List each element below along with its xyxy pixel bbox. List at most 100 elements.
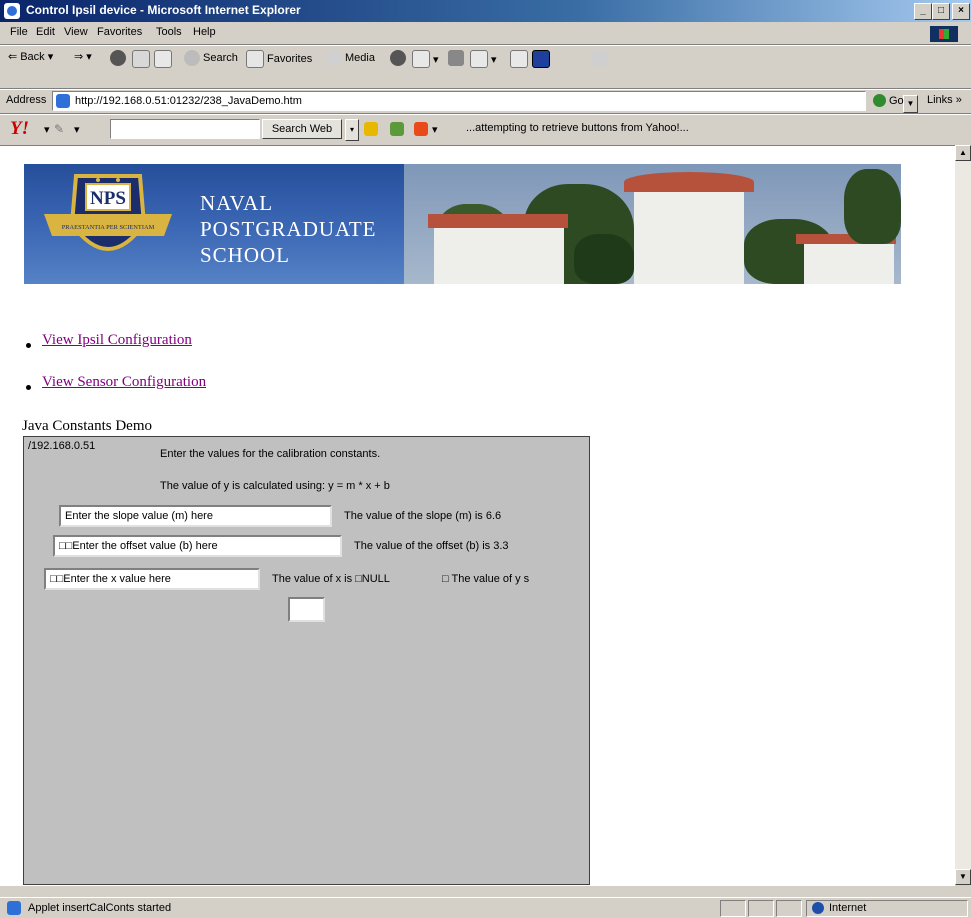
internet-globe-icon bbox=[812, 902, 824, 914]
window-title: Control Ipsil device - Microsoft Interne… bbox=[26, 3, 301, 17]
search-button[interactable]: Search bbox=[184, 50, 238, 66]
print-button[interactable] bbox=[448, 50, 464, 66]
offset-value-label: The value of the offset (b) is 3.3 bbox=[354, 540, 509, 552]
school-name-line2: POSTGRADUATE bbox=[200, 217, 377, 241]
highlight-icon[interactable] bbox=[364, 122, 378, 136]
yahoo-search-input[interactable] bbox=[110, 119, 260, 139]
java-applet: /192.168.0.51 Enter the values for the c… bbox=[23, 436, 590, 885]
x-value-label: The value of x is □NULL bbox=[272, 573, 390, 585]
windows-logo-icon bbox=[930, 26, 958, 42]
bullet bbox=[26, 385, 31, 390]
applet-icon bbox=[7, 901, 21, 915]
menu-bar: File Edit View Favorites Tools Help bbox=[0, 22, 971, 44]
scroll-up-button[interactable]: ▲ bbox=[955, 145, 971, 161]
research-button[interactable] bbox=[592, 50, 608, 66]
chevron-down-icon: ▾ bbox=[47, 51, 54, 63]
school-name-line1: NAVAL bbox=[200, 191, 274, 215]
menu-tools[interactable]: Tools bbox=[156, 26, 182, 38]
favorites-button[interactable]: Favorites bbox=[246, 50, 312, 68]
back-button[interactable]: ⇐ Back ▾ bbox=[8, 50, 54, 64]
media-button[interactable]: Media bbox=[326, 50, 375, 66]
yahoo-logo[interactable]: Y! bbox=[10, 118, 29, 140]
media-icon bbox=[326, 50, 342, 66]
maximize-button[interactable]: □ bbox=[932, 3, 950, 20]
view-ipsil-configuration-link[interactable]: View Ipsil Configuration bbox=[42, 332, 192, 349]
home-button[interactable] bbox=[154, 50, 172, 68]
pencil-icon[interactable]: ✎ bbox=[54, 122, 68, 136]
edit-icon bbox=[470, 50, 488, 68]
yahoo-toolbar: Y! ▾ ✎ ▾ Search Web ▾ ▾ ...attempting to… bbox=[0, 114, 971, 144]
applet-formula: The value of y is calculated using: y = … bbox=[160, 480, 390, 492]
menu-file[interactable]: File bbox=[10, 26, 28, 38]
zone-text: Internet bbox=[829, 902, 867, 914]
page-icon bbox=[56, 94, 70, 108]
status-panel bbox=[748, 900, 774, 917]
toolbar: ⇐ Back ▾ ⇒ ▾ Search Favorites Media ▾ ▾ bbox=[0, 45, 971, 89]
search-dropdown-button[interactable]: ▾ bbox=[345, 119, 359, 141]
nps-banner: NPS PRAESTANTIA PER SCIENTIAM NAVAL POST… bbox=[24, 164, 901, 284]
plus-icon[interactable] bbox=[414, 122, 428, 136]
chevron-down-icon: ▾ bbox=[86, 51, 92, 63]
yahoo-status-text: ...attempting to retrieve buttons from Y… bbox=[466, 122, 689, 134]
applet-host: /192.168.0.51 bbox=[28, 440, 96, 452]
page-content: NPS PRAESTANTIA PER SCIENTIAM NAVAL POST… bbox=[0, 145, 955, 886]
go-arrow-icon bbox=[873, 94, 886, 107]
bullet bbox=[26, 343, 31, 348]
offset-input[interactable]: □□Enter the offset value (b) here bbox=[53, 535, 342, 557]
favorites-icon bbox=[246, 50, 264, 68]
go-button[interactable]: Go bbox=[873, 94, 904, 107]
history-button[interactable] bbox=[390, 50, 406, 66]
menu-view[interactable]: View bbox=[64, 26, 88, 38]
address-dropdown-button[interactable]: ▼ bbox=[903, 95, 918, 113]
discuss-button[interactable] bbox=[510, 50, 528, 68]
school-name-line3: SCHOOL bbox=[200, 243, 291, 267]
stop-icon bbox=[110, 50, 126, 66]
chevron-down-icon: ▾ bbox=[433, 53, 439, 66]
refresh-button[interactable] bbox=[132, 50, 150, 68]
close-button[interactable]: × bbox=[952, 3, 970, 20]
messenger-icon bbox=[532, 50, 550, 68]
menu-favorites[interactable]: Favorites bbox=[97, 26, 142, 38]
refresh-icon bbox=[132, 50, 150, 68]
applet-instruction: Enter the values for the calibration con… bbox=[160, 448, 381, 460]
seal-motto: PRAESTANTIA PER SCIENTIAM bbox=[62, 224, 155, 231]
search-icon bbox=[184, 50, 200, 66]
slope-value-label: The value of the slope (m) is 6.6 bbox=[344, 510, 502, 522]
chevron-down-icon[interactable]: ▾ bbox=[44, 123, 50, 136]
x-input[interactable]: □□Enter the x value here bbox=[44, 568, 260, 590]
search-web-button[interactable]: Search Web bbox=[262, 119, 342, 139]
forward-button[interactable]: ⇒ ▾ bbox=[74, 50, 92, 63]
home-icon bbox=[154, 50, 172, 68]
history-icon bbox=[390, 50, 406, 66]
messenger-button[interactable] bbox=[532, 50, 550, 68]
minimize-button[interactable]: _ bbox=[914, 3, 932, 20]
nps-seal-icon: NPS PRAESTANTIA PER SCIENTIAM bbox=[44, 174, 172, 251]
chevron-down-icon[interactable]: ▾ bbox=[432, 123, 438, 136]
shield-icon[interactable] bbox=[390, 122, 404, 136]
campus-photo bbox=[404, 164, 901, 284]
vertical-scrollbar[interactable]: ▲ ▼ bbox=[955, 145, 971, 885]
chevron-down-icon[interactable]: ▾ bbox=[74, 123, 80, 136]
applet-label: Java Constants Demo bbox=[22, 418, 152, 434]
school-name: NAVAL POSTGRADUATE SCHOOL bbox=[200, 190, 377, 268]
slope-input[interactable]: Enter the slope value (m) here bbox=[59, 505, 332, 527]
address-url: http://192.168.0.51:01232/238_JavaDemo.h… bbox=[75, 95, 302, 107]
forward-arrow-icon: ⇒ bbox=[74, 51, 84, 63]
status-bar: Applet insertCalConts started Internet bbox=[0, 897, 971, 918]
print-icon bbox=[448, 50, 464, 66]
scroll-down-button[interactable]: ▼ bbox=[955, 869, 971, 885]
address-input[interactable]: http://192.168.0.51:01232/238_JavaDemo.h… bbox=[52, 91, 918, 113]
status-panel bbox=[776, 900, 802, 917]
y-value-label: □ The value of y s bbox=[442, 573, 530, 585]
view-sensor-configuration-link[interactable]: View Sensor Configuration bbox=[42, 374, 206, 391]
status-text: Applet insertCalConts started bbox=[28, 902, 172, 914]
y-output-field[interactable] bbox=[288, 597, 325, 622]
stop-button[interactable] bbox=[110, 50, 126, 66]
edit-button[interactable]: ▾ bbox=[470, 50, 497, 68]
menu-help[interactable]: Help bbox=[193, 26, 216, 38]
mail-button[interactable]: ▾ bbox=[412, 50, 439, 68]
menu-edit[interactable]: Edit bbox=[36, 26, 55, 38]
links-button[interactable]: Links » bbox=[927, 94, 962, 106]
discuss-icon bbox=[510, 50, 528, 68]
back-arrow-icon: ⇐ bbox=[8, 51, 18, 63]
